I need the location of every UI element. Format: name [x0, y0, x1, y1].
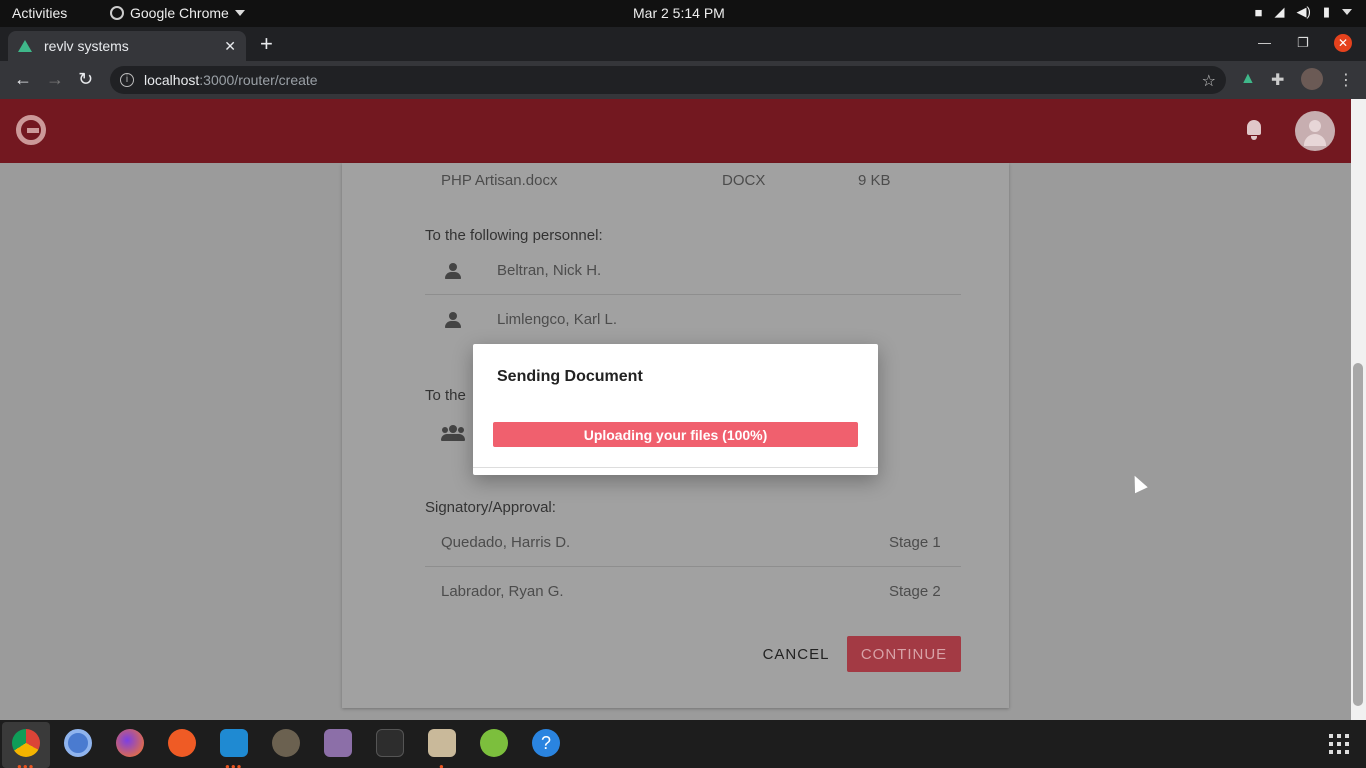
gimp-icon[interactable]: [272, 729, 300, 757]
android-studio-icon[interactable]: [480, 729, 508, 757]
address-bar[interactable]: i localhost :3000/router/create ☆: [110, 66, 1226, 94]
url-path: :3000/router/create: [199, 72, 318, 88]
volume-icon: ◀): [1296, 4, 1311, 19]
close-tab-icon[interactable]: ✕: [224, 38, 236, 55]
divider: [425, 566, 961, 567]
bookmark-star-icon[interactable]: ☆: [1202, 71, 1216, 91]
browser-profile-avatar[interactable]: [1301, 68, 1323, 90]
firefox-icon[interactable]: [116, 729, 144, 757]
taskbar-dock: ●●● ●●● ● ?: [0, 720, 1366, 768]
camera-icon: ■: [1254, 4, 1263, 20]
cancel-button[interactable]: CANCEL: [755, 636, 837, 672]
chevron-down-icon: [1342, 9, 1352, 15]
signatory-stage: Stage 2: [889, 583, 941, 600]
browser-toolbar: ← → ↻ i localhost :3000/router/create ☆ …: [0, 61, 1366, 99]
signatory-name: Quedado, Harris D.: [441, 534, 571, 551]
revlv-logo[interactable]: [16, 115, 46, 145]
personnel-heading: To the following personnel:: [425, 227, 603, 244]
divider: [425, 294, 961, 295]
chromium-icon[interactable]: [64, 729, 92, 757]
forward-button[interactable]: →: [46, 69, 64, 89]
close-window-button[interactable]: ✕: [1334, 34, 1352, 52]
battery-icon: ▮: [1322, 4, 1330, 19]
running-indicator: ●: [439, 762, 445, 768]
running-indicator: ●●●: [17, 762, 35, 768]
back-button[interactable]: ←: [14, 69, 32, 89]
app-header: [0, 99, 1351, 163]
notification-bell-icon[interactable]: [1245, 120, 1263, 140]
extensions-icon[interactable]: ✚: [1271, 70, 1284, 90]
show-applications-icon[interactable]: [1329, 734, 1349, 754]
postman-icon[interactable]: [168, 729, 196, 757]
tab-title: revlv systems: [44, 38, 129, 54]
avatar-body: [1304, 134, 1326, 146]
system-top-bar: Activities Google Chrome Mar 2 5:14 PM ■…: [0, 0, 1366, 27]
vue-devtools-icon[interactable]: ▲: [1240, 70, 1256, 88]
wifi-icon: ◢: [1274, 4, 1285, 19]
person-icon: [445, 263, 461, 279]
signatory-stage: Stage 1: [889, 534, 941, 551]
user-avatar[interactable]: [1295, 111, 1335, 151]
chevron-down-icon: [234, 10, 245, 16]
app-menu[interactable]: Google Chrome: [110, 5, 245, 21]
site-info-icon[interactable]: i: [120, 73, 134, 87]
file-size: 9 KB: [858, 172, 891, 189]
clock[interactable]: Mar 2 5:14 PM: [633, 5, 725, 21]
chrome-icon: [110, 6, 124, 20]
progress-text: Uploading your files (100%): [583, 426, 768, 443]
person-icon: [445, 312, 461, 328]
browser-tab[interactable]: revlv systems ✕: [8, 31, 246, 61]
browser-menu-icon[interactable]: ⋮: [1338, 70, 1354, 90]
signatory-name: Labrador, Ryan G.: [441, 583, 564, 600]
running-indicator: ●●●: [225, 762, 243, 768]
system-tray[interactable]: ■ ◢ ◀) ▮: [1255, 4, 1352, 20]
vscode-icon[interactable]: [220, 729, 248, 757]
group-icon: [441, 425, 465, 441]
app-menu-label: Google Chrome: [130, 5, 229, 21]
continue-button[interactable]: CONTINUE: [847, 636, 961, 672]
terminal-icon[interactable]: [376, 729, 404, 757]
groups-heading: To the: [425, 387, 466, 404]
restore-window-button[interactable]: ❐: [1297, 35, 1309, 51]
activities-button[interactable]: Activities: [12, 5, 67, 21]
personnel-item: Limlengco, Karl L.: [497, 311, 618, 328]
video-editor-icon[interactable]: [324, 729, 352, 757]
avatar-head: [1309, 120, 1321, 132]
url-host: localhost: [144, 72, 200, 88]
help-icon[interactable]: ?: [532, 729, 560, 757]
reload-button[interactable]: ↻: [78, 69, 93, 89]
sending-document-dialog: Sending Document Uploading your files (1…: [473, 344, 878, 475]
new-tab-button[interactable]: +: [260, 33, 273, 55]
personnel-item: Beltran, Nick H.: [497, 262, 602, 279]
browser-tab-strip: revlv systems ✕ + — ❐: [0, 27, 1366, 61]
minimize-window-button[interactable]: —: [1258, 35, 1271, 50]
files-icon[interactable]: [428, 729, 456, 757]
file-type: DOCX: [722, 172, 766, 189]
chrome-icon[interactable]: [12, 729, 40, 757]
scrollbar-thumb[interactable]: [1353, 363, 1363, 706]
file-name: PHP Artisan.docx: [441, 172, 558, 189]
dialog-divider: [473, 467, 878, 468]
vue-favicon-icon: [18, 40, 32, 52]
dialog-title: Sending Document: [497, 368, 643, 385]
upload-progress-bar: Uploading your files (100%): [493, 422, 858, 447]
signatory-heading: Signatory/Approval:: [425, 499, 556, 516]
